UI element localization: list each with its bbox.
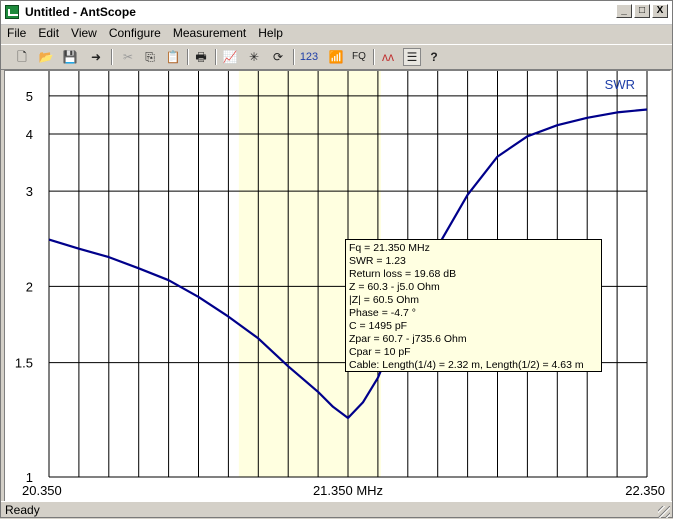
minimize-button[interactable]: _ (616, 4, 632, 18)
resize-grip-icon[interactable] (658, 506, 670, 518)
tooltip-line-phase: Phase = -4.7 ° (349, 307, 416, 319)
scan-icon[interactable]: ✳ (245, 48, 263, 66)
overlay-icon[interactable]: ᴧᴧ (379, 48, 397, 66)
new-file-icon[interactable]: 🗋 (13, 48, 31, 66)
numeric-view-icon[interactable]: 123 (297, 48, 321, 66)
open-folder-icon[interactable]: 📂 (37, 48, 55, 66)
help-icon[interactable]: ? (425, 48, 443, 66)
toolbar-separator (215, 49, 217, 65)
refresh-icon[interactable]: ⟳ (269, 48, 287, 66)
toolbar-separator (293, 49, 295, 65)
export-icon[interactable]: ➜ (87, 48, 105, 66)
maximize-button[interactable]: □ (634, 4, 650, 18)
series-label: SWR (605, 77, 635, 92)
menu-help[interactable]: Help (252, 24, 289, 43)
y-tick-label: 5 (26, 89, 33, 104)
measurement-tooltip: Fq = 21.350 MHz SWR = 1.23 Return loss =… (345, 239, 602, 372)
menu-configure[interactable]: Configure (103, 24, 167, 43)
x-tick-label: 22.350 (625, 483, 665, 498)
y-tick-label: 1.5 (15, 356, 33, 371)
window-title: Untitled - AntScope (25, 5, 136, 19)
app-window: Untitled - AntScope _ □ X File Edit View… (0, 0, 673, 518)
menu-file[interactable]: File (1, 24, 32, 43)
tooltip-line-abs-impedance: |Z| = 60.5 Ohm (349, 294, 419, 306)
tooltip-line-capacitance: C = 1495 pF (349, 320, 408, 332)
title-bar[interactable]: Untitled - AntScope _ □ X (1, 1, 672, 25)
chart-icon[interactable]: 📈 (221, 48, 239, 66)
tooltip-line-cpar: Cpar = 10 pF (349, 346, 411, 358)
tooltip-line-impedance: Z = 60.3 - j5.0 Ohm (349, 281, 440, 293)
copy-icon[interactable]: ⎘ (141, 48, 159, 66)
menu-edit[interactable]: Edit (32, 24, 65, 43)
cut-icon[interactable]: ✂ (119, 48, 137, 66)
toolbar: 🗋 📂 💾 ➜ ✂ ⎘ 📋 🖶 📈 ✳ ⟳ 123 📶 FQ ᴧᴧ ☰ ? (1, 44, 672, 70)
fq-icon[interactable]: FQ (349, 48, 369, 66)
save-icon[interactable]: 💾 (61, 48, 79, 66)
print-icon[interactable]: 🖶 (192, 48, 210, 66)
toolbar-separator (373, 49, 375, 65)
x-tick-label: 20.350 (22, 483, 62, 498)
wireless-icon[interactable]: 📶 (327, 48, 345, 66)
x-tick-label: 21.350 MHz (313, 483, 383, 498)
y-tick-label: 3 (26, 184, 33, 199)
toolbar-separator (111, 49, 113, 65)
swr-plot-area[interactable]: 1 1.5 2 3 4 5 20.350 21.350 MHz 22.350 SWR Fq = 2… (4, 70, 671, 502)
tooltip-line-cable: Cable: Length(1/4) = 2.32 m, Length(1/2)… (349, 359, 584, 371)
tooltip-line-frequency: Fq = 21.350 MHz (349, 242, 430, 254)
close-button[interactable]: X (652, 4, 668, 18)
status-text: Ready (5, 503, 40, 517)
antscope-app-icon[interactable] (5, 5, 19, 19)
paste-icon[interactable]: 📋 (164, 48, 182, 66)
list-icon[interactable]: ☰ (403, 48, 421, 66)
menu-view[interactable]: View (65, 24, 103, 43)
tooltip-line-zpar: Zpar = 60.7 - j735.6 Ohm (349, 333, 467, 345)
tooltip-line-return-loss: Return loss = 19.68 dB (349, 268, 457, 280)
y-tick-label: 2 (26, 279, 33, 294)
menu-bar: File Edit View Configure Measurement Hel… (1, 24, 672, 43)
tooltip-line-swr: SWR = 1.23 (349, 255, 406, 267)
status-bar: Ready (1, 501, 672, 519)
toolbar-separator (187, 49, 189, 65)
y-tick-label: 4 (26, 127, 33, 142)
menu-measurement[interactable]: Measurement (167, 24, 252, 43)
